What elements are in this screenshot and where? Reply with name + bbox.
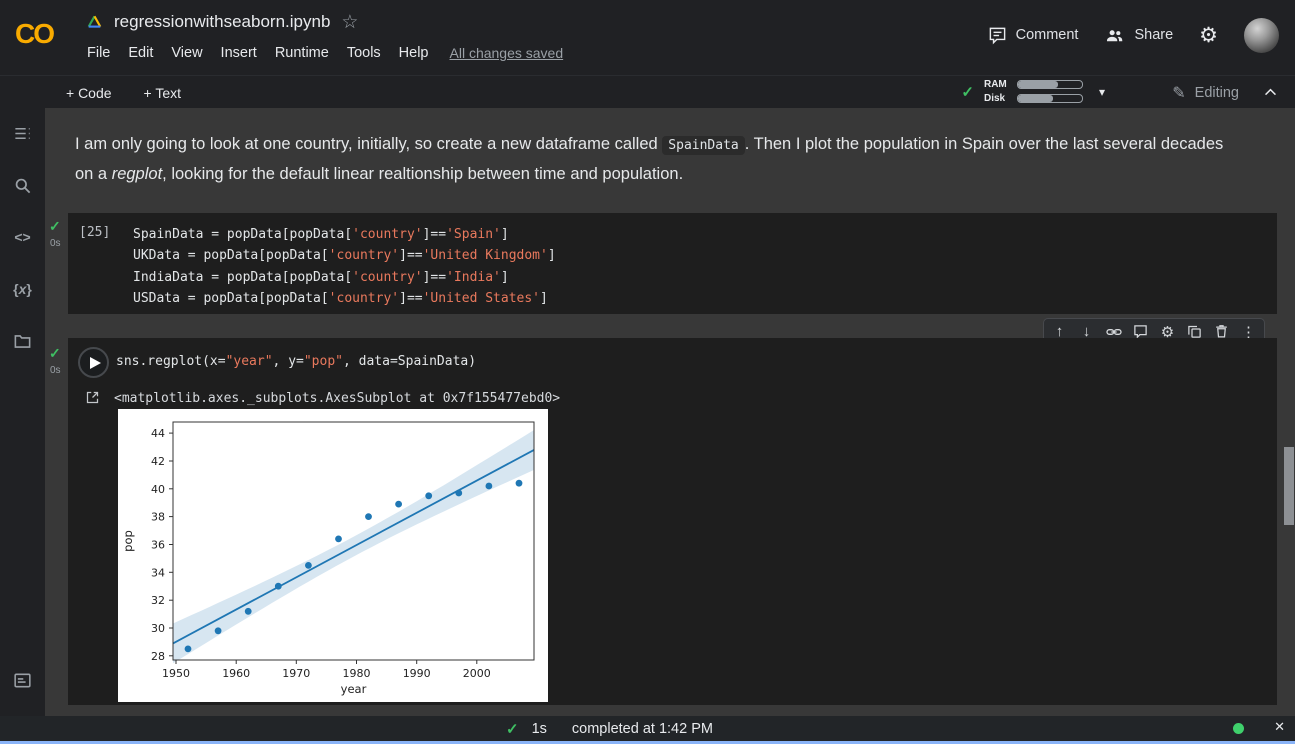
- svg-text:44: 44: [151, 427, 165, 440]
- collapse-header-button[interactable]: [1262, 84, 1279, 101]
- files-folder-icon[interactable]: [0, 321, 45, 361]
- comment-button[interactable]: Comment: [988, 26, 1079, 45]
- output-icon: [85, 390, 100, 405]
- svg-text:42: 42: [151, 455, 165, 468]
- disk-label: Disk: [984, 93, 1010, 104]
- notebook-toolbar: + Code + Text ✓ RAM Disk ▾ ✎ Editing: [0, 75, 1295, 108]
- editing-label: Editing: [1195, 85, 1239, 101]
- markdown-text: , looking for the default linear realtio…: [162, 165, 683, 183]
- avatar[interactable]: [1244, 18, 1279, 53]
- svg-text:1990: 1990: [403, 667, 431, 680]
- svg-text:36: 36: [151, 539, 165, 552]
- pencil-icon: ✎: [1172, 83, 1185, 103]
- code-cell-2[interactable]: sns.regplot(x="year", y="pop", data=Spai…: [68, 338, 1277, 705]
- connection-status-dot: [1233, 723, 1244, 734]
- add-text-button[interactable]: + Text: [144, 85, 182, 101]
- regplot-chart: 1950 1960 1970 1980 1990 2000 28 30 32 34 36 38 40 42…: [118, 409, 548, 702]
- resource-bars: RAM Disk: [984, 79, 1083, 104]
- svg-text:28: 28: [151, 650, 165, 663]
- comment-label: Comment: [1016, 27, 1079, 43]
- play-icon: [90, 357, 101, 369]
- matplotlib-figure: 1950 1960 1970 1980 1990 2000 28 30 32 34 36 38 40 42…: [118, 409, 548, 702]
- svg-text:1980: 1980: [343, 667, 371, 680]
- code-snippets-icon[interactable]: <>: [0, 217, 45, 257]
- menu-bar: File Edit View Insert Runtime Tools Help…: [78, 41, 563, 65]
- variables-icon[interactable]: {x}: [0, 269, 45, 309]
- status-exec-time: 1s: [532, 721, 547, 737]
- notebook-title[interactable]: regressionwithseaborn.ipynb: [114, 12, 330, 32]
- comment-icon: [988, 26, 1007, 45]
- menu-runtime[interactable]: Runtime: [266, 41, 338, 65]
- svg-text:38: 38: [151, 511, 165, 524]
- vertical-scrollbar[interactable]: [1283, 108, 1295, 716]
- colab-app: CO regressionwithseaborn.ipynb ☆ File Ed…: [0, 0, 1295, 744]
- code-cell-1[interactable]: [25] SpainData = popData[popData['countr…: [68, 213, 1277, 314]
- ram-usage-bar: [1017, 80, 1083, 89]
- markdown-cell[interactable]: I am only going to look at one country, …: [75, 130, 1240, 189]
- menu-edit[interactable]: Edit: [119, 41, 162, 65]
- status-message: completed at 1:42 PM: [572, 721, 713, 737]
- add-cell-buttons: + Code + Text: [66, 76, 181, 109]
- chevron-down-icon[interactable]: ▾: [1099, 85, 1105, 99]
- scrollbar-thumb[interactable]: [1284, 447, 1294, 525]
- save-status[interactable]: All changes saved: [450, 45, 564, 61]
- colab-logo[interactable]: CO: [15, 18, 53, 50]
- inline-code-spaindata: SpainData: [662, 136, 744, 155]
- svg-text:pop: pop: [121, 530, 135, 552]
- code-editor-2[interactable]: sns.regplot(x="year", y="pop", data=Spai…: [116, 354, 476, 369]
- terminal-icon[interactable]: [0, 660, 45, 700]
- menu-tools[interactable]: Tools: [338, 41, 390, 65]
- cell1-exec-time: 0s: [50, 238, 61, 249]
- app-header: CO regressionwithseaborn.ipynb ☆ File Ed…: [0, 0, 1295, 75]
- status-check-icon: ✓: [506, 720, 519, 738]
- execution-status: ✓ 1s completed at 1:42 PM: [506, 716, 713, 741]
- svg-text:30: 30: [151, 622, 165, 635]
- table-of-contents-icon[interactable]: [0, 113, 45, 153]
- svg-text:1950: 1950: [162, 667, 190, 680]
- svg-text:2000: 2000: [463, 667, 491, 680]
- run-cell-button[interactable]: [78, 347, 109, 378]
- share-label: Share: [1134, 27, 1173, 43]
- code-editor-1[interactable]: SpainData = popData[popData['country']==…: [68, 213, 1277, 310]
- svg-text:40: 40: [151, 483, 165, 496]
- disk-usage-bar: [1017, 94, 1083, 103]
- search-icon[interactable]: [0, 165, 45, 205]
- ram-label: RAM: [984, 79, 1010, 90]
- share-button[interactable]: Share: [1104, 26, 1173, 45]
- star-icon[interactable]: ☆: [341, 11, 358, 34]
- drive-icon: [86, 14, 103, 30]
- svg-text:34: 34: [151, 566, 165, 579]
- editing-mode[interactable]: ✎ Editing: [1172, 76, 1239, 109]
- notebook-scroll-area[interactable]: I am only going to look at one country, …: [45, 108, 1283, 716]
- execution-count: [25]: [79, 225, 110, 240]
- markdown-italic-regplot: regplot: [112, 165, 162, 183]
- svg-text:year: year: [341, 682, 367, 696]
- menu-file[interactable]: File: [78, 41, 119, 65]
- add-code-button[interactable]: + Code: [66, 85, 112, 101]
- menu-help[interactable]: Help: [390, 41, 438, 65]
- settings-gear-icon[interactable]: ⚙: [1199, 23, 1218, 48]
- left-sidebar: <> {x}: [0, 108, 45, 716]
- markdown-text: I am only going to look at one country, …: [75, 135, 662, 153]
- connected-check-icon: ✓: [961, 83, 974, 101]
- cell2-success-check-icon: ✓: [49, 345, 61, 362]
- menu-view[interactable]: View: [162, 41, 211, 65]
- svg-text:1970: 1970: [282, 667, 310, 680]
- close-status-bar-icon[interactable]: ✕: [1274, 719, 1285, 735]
- header-actions: Comment Share ⚙: [988, 14, 1279, 56]
- share-people-icon: [1104, 26, 1125, 45]
- status-bar: ✓ 1s completed at 1:42 PM ✕: [0, 716, 1295, 741]
- title-row: regressionwithseaborn.ipynb ☆: [86, 8, 358, 36]
- svg-text:32: 32: [151, 594, 165, 607]
- resource-monitor[interactable]: ✓ RAM Disk ▾: [961, 79, 1105, 104]
- svg-text:1960: 1960: [222, 667, 250, 680]
- menu-insert[interactable]: Insert: [212, 41, 266, 65]
- output-repr: <matplotlib.axes._subplots.AxesSubplot a…: [114, 391, 560, 406]
- cell1-success-check-icon: ✓: [49, 218, 61, 235]
- cell2-exec-time: 0s: [50, 365, 61, 376]
